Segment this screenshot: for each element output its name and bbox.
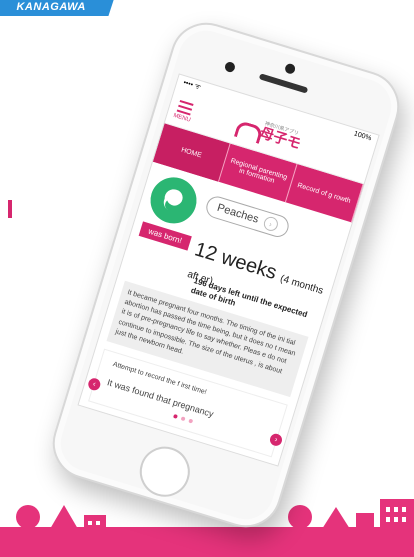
region-label: KANAGAWA xyxy=(16,1,86,13)
baby-name: Peaches xyxy=(215,201,261,226)
menu-button[interactable]: MENU xyxy=(167,96,202,125)
phone-body: •••• ᯤ 100% MENU 母子モ 神奈川県アプリ HOME Region… xyxy=(43,13,409,537)
carousel-prev-button[interactable]: ‹ xyxy=(86,376,102,392)
phone-mockup: •••• ᯤ 100% MENU 母子モ 神奈川県アプリ HOME Region… xyxy=(43,13,410,537)
chevron-right-icon: › xyxy=(261,215,280,233)
carousel-dot[interactable] xyxy=(188,418,194,424)
carousel-dot[interactable] xyxy=(180,416,186,422)
home-button[interactable] xyxy=(133,440,197,503)
camera-dot xyxy=(283,62,297,75)
fetus-icon xyxy=(144,171,203,230)
speaker-grille xyxy=(258,73,309,94)
region-banner: KANAGAWA xyxy=(0,0,116,16)
baby-name-selector[interactable]: Peaches › xyxy=(203,193,292,240)
accent-mark xyxy=(8,200,12,218)
front-camera xyxy=(223,60,237,74)
logo-icon xyxy=(235,116,261,140)
carousel-dot[interactable] xyxy=(172,413,178,419)
app-screen: •••• ᯤ 100% MENU 母子モ 神奈川県アプリ HOME Region… xyxy=(77,73,380,467)
carousel-next-button[interactable]: › xyxy=(268,432,284,448)
